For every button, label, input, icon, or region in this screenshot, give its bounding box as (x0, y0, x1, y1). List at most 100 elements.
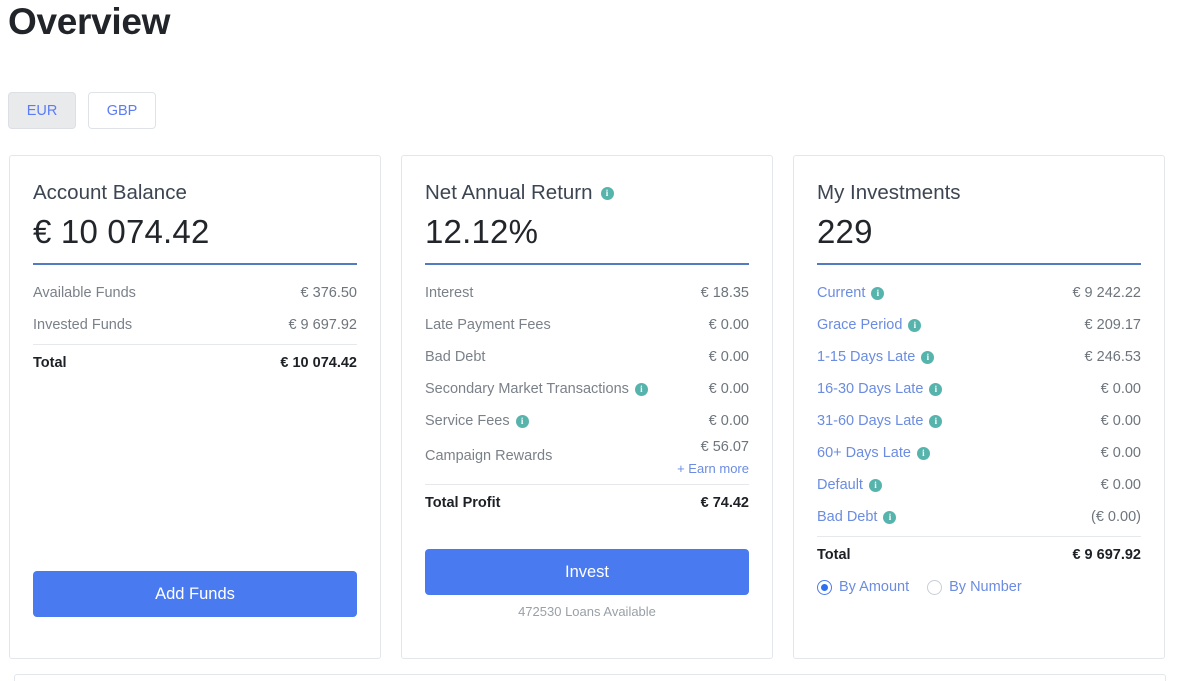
account-balance-value: € 10 074.42 (33, 213, 210, 250)
account-balance-title-text: Account Balance (33, 181, 187, 204)
row-value: € 0.00 (708, 349, 749, 365)
row-label-grace-period[interactable]: Grace Period i (817, 317, 922, 333)
radio-by-number[interactable]: By Number (927, 579, 1022, 595)
currency-button-eur[interactable]: EUR (8, 92, 76, 129)
row-label: Secondary Market Transactions i (425, 381, 648, 397)
my-investments-title-text: My Investments (817, 181, 961, 204)
add-funds-button[interactable]: Add Funds (33, 571, 357, 617)
info-icon[interactable]: i (908, 318, 922, 332)
info-icon[interactable]: i (929, 414, 943, 428)
invest-button[interactable]: Invest (425, 549, 749, 595)
table-row-total: Total Profit € 74.42 (425, 487, 749, 519)
table-row: Grace Period i € 209.17 (817, 309, 1141, 341)
bottom-panel (14, 674, 1166, 681)
row-label: Service Fees i (425, 413, 529, 429)
row-value: € 18.35 (700, 285, 749, 301)
row-value: € 376.50 (300, 285, 357, 301)
info-icon[interactable]: i (868, 478, 882, 492)
row-value: € 0.00 (1100, 445, 1141, 461)
row-value: € 0.00 (1100, 381, 1141, 397)
row-value: € 0.00 (708, 413, 749, 429)
table-row: Bad Debt i (€ 0.00) (817, 501, 1141, 533)
row-label-text: Default (817, 477, 863, 493)
row-label-text: 1-15 Days Late (817, 349, 916, 365)
row-label-bad-debt[interactable]: Bad Debt i (817, 509, 897, 525)
table-row: Service Fees i € 0.00 (425, 405, 749, 437)
row-label-1-15-days-late[interactable]: 1-15 Days Late i (817, 349, 935, 365)
row-label: Available Funds (33, 285, 136, 301)
info-icon[interactable]: i (883, 510, 897, 524)
currency-button-gbp[interactable]: GBP (88, 92, 156, 129)
view-mode-radio-group: By Amount By Number (817, 579, 1141, 595)
net-annual-return-rows: Interest € 18.35 Late Payment Fees € 0.0… (425, 277, 749, 519)
row-label: Campaign Rewards (425, 448, 553, 464)
row-label: Bad Debt (425, 349, 486, 365)
info-icon[interactable]: i (600, 186, 614, 200)
radio-label-by-amount: By Amount (839, 579, 910, 595)
row-label: Interest (425, 285, 474, 301)
info-icon[interactable]: i (634, 382, 648, 396)
total-label: Total (817, 547, 851, 563)
table-row: Bad Debt € 0.00 (425, 341, 749, 373)
table-row: Late Payment Fees € 0.00 (425, 309, 749, 341)
table-row: 60+ Days Late i € 0.00 (817, 437, 1141, 469)
summary-cards: Account Balance € 10 074.42 Available Fu… (9, 155, 1166, 659)
row-value: € 0.00 (708, 381, 749, 397)
row-label-31-60-days-late[interactable]: 31-60 Days Late i (817, 413, 943, 429)
info-icon[interactable]: i (916, 446, 930, 460)
info-icon[interactable]: i (921, 350, 935, 364)
table-row: Current i € 9 242.22 (817, 277, 1141, 309)
accent-rule-my-investments (817, 263, 1141, 265)
row-value: € 9 242.22 (1072, 285, 1141, 301)
overview-page: Overview EUR GBP Account Balance € 10 07… (0, 0, 1182, 681)
my-investments-value: 229 (817, 213, 873, 250)
total-value: € 9 697.92 (1072, 547, 1141, 563)
row-label-default[interactable]: Default i (817, 477, 882, 493)
total-label: Total Profit (425, 495, 501, 511)
card-account-balance: Account Balance € 10 074.42 Available Fu… (9, 155, 381, 659)
table-row: 31-60 Days Late i € 0.00 (817, 405, 1141, 437)
campaign-rewards-value-stack: € 56.07 + Earn more (677, 437, 749, 479)
table-row-total: Total € 10 074.42 (33, 347, 357, 379)
row-label-text: Secondary Market Transactions (425, 381, 629, 397)
my-investments-rows: Current i € 9 242.22 Grace Period i € 20… (817, 277, 1141, 595)
table-row: Invested Funds € 9 697.92 (33, 309, 357, 341)
total-value: € 10 074.42 (280, 355, 357, 371)
card-net-annual-return: Net Annual Return i 12.12% Interest € 18… (401, 155, 773, 659)
table-row: Available Funds € 376.50 (33, 277, 357, 309)
table-row: 16-30 Days Late i € 0.00 (817, 373, 1141, 405)
table-row: Default i € 0.00 (817, 469, 1141, 501)
account-balance-rows: Available Funds € 376.50 Invested Funds … (33, 277, 357, 379)
radio-label-by-number: By Number (949, 579, 1022, 595)
row-value: € 9 697.92 (288, 317, 357, 333)
row-divider (425, 484, 749, 485)
account-balance-title: Account Balance (33, 180, 357, 206)
row-divider (817, 536, 1141, 537)
row-label-text: 16-30 Days Late (817, 381, 924, 397)
row-value: € 209.17 (1084, 317, 1141, 333)
net-annual-return-title-text: Net Annual Return (425, 181, 593, 204)
table-row-total: Total € 9 697.92 (817, 539, 1141, 571)
loans-available-note: 472530 Loans Available (518, 604, 656, 619)
row-label-text: 60+ Days Late (817, 445, 911, 461)
info-icon[interactable]: i (515, 414, 529, 428)
row-value: € 0.00 (708, 317, 749, 333)
currency-switcher: EUR GBP (8, 92, 156, 129)
net-annual-return-value: 12.12% (425, 213, 539, 250)
info-icon[interactable]: i (929, 382, 943, 396)
row-label-60-plus-days-late[interactable]: 60+ Days Late i (817, 445, 930, 461)
total-label: Total (33, 355, 67, 371)
row-value: € 56.07 (700, 439, 749, 455)
radio-dot-by-amount[interactable] (817, 579, 832, 595)
row-divider (33, 344, 357, 345)
my-investments-title: My Investments (817, 180, 1141, 206)
radio-by-amount[interactable]: By Amount (817, 579, 909, 595)
earn-more-link[interactable]: + Earn more (677, 459, 749, 479)
table-row-campaign-rewards: Campaign Rewards € 56.07 + Earn more (425, 437, 749, 481)
accent-rule-net-annual-return (425, 263, 749, 265)
row-label-16-30-days-late[interactable]: 16-30 Days Late i (817, 381, 943, 397)
radio-dot-by-number[interactable] (927, 579, 943, 595)
info-icon[interactable]: i (871, 286, 885, 300)
row-label-current[interactable]: Current i (817, 285, 885, 301)
row-label-text: 31-60 Days Late (817, 413, 924, 429)
